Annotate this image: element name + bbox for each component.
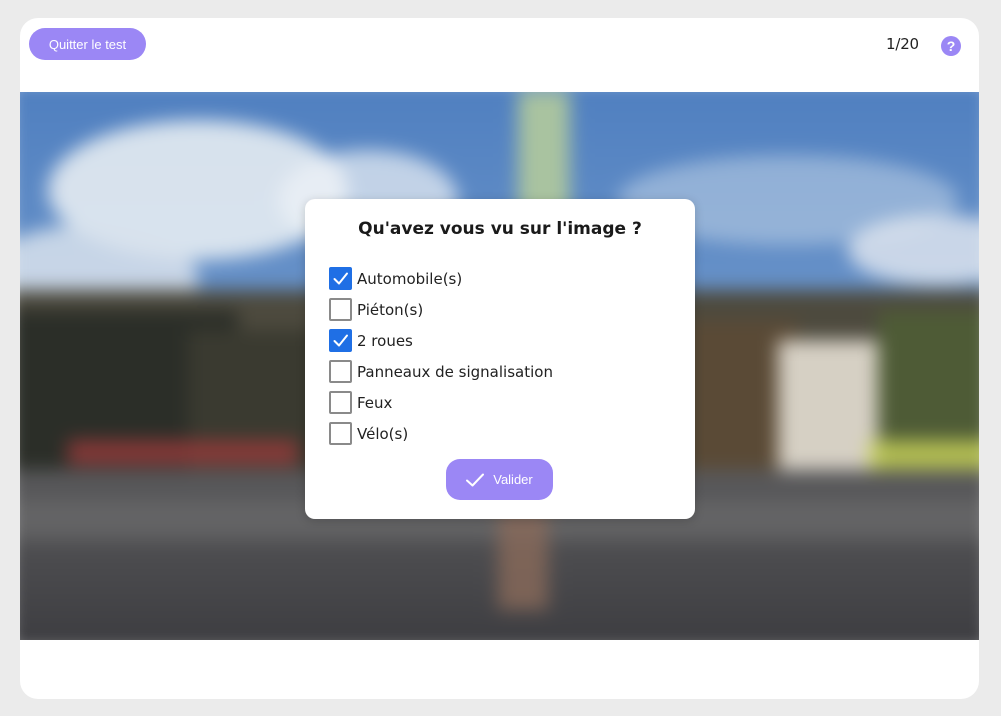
option-item[interactable]: Piéton(s) <box>329 294 553 325</box>
option-item[interactable]: Feux <box>329 387 553 418</box>
help-icon[interactable]: ? <box>941 36 961 56</box>
question-dialog: Qu'avez vous vu sur l'image ? Automobile… <box>305 199 695 519</box>
checkbox-checked[interactable] <box>329 267 352 290</box>
checkbox-unchecked[interactable] <box>329 391 352 414</box>
answer-options: Automobile(s) Piéton(s) 2 roues Panneaux de… <box>329 263 553 449</box>
quit-test-button[interactable]: Quitter le test <box>29 28 146 60</box>
option-label: Panneaux de signalisation <box>357 362 553 381</box>
option-item[interactable]: Automobile(s) <box>329 263 553 294</box>
option-label: Piéton(s) <box>357 300 424 319</box>
option-label: Vélo(s) <box>357 424 409 443</box>
question-title: Qu'avez vous vu sur l'image ? <box>358 219 642 239</box>
check-icon <box>333 272 348 285</box>
question-counter: 1/20 <box>886 35 919 53</box>
option-item[interactable]: 2 roues <box>329 325 553 356</box>
option-item[interactable]: Vélo(s) <box>329 418 553 449</box>
option-label: 2 roues <box>357 331 413 350</box>
validate-label: Valider <box>493 472 533 487</box>
checkbox-unchecked[interactable] <box>329 360 352 383</box>
option-item[interactable]: Panneaux de signalisation <box>329 356 553 387</box>
checkbox-unchecked[interactable] <box>329 422 352 445</box>
check-icon <box>333 334 348 347</box>
checkbox-checked[interactable] <box>329 329 352 352</box>
validate-button[interactable]: Valider <box>446 459 553 500</box>
option-label: Feux <box>357 393 393 412</box>
option-label: Automobile(s) <box>357 269 463 288</box>
checkbox-unchecked[interactable] <box>329 298 352 321</box>
checkmark-icon <box>466 473 485 486</box>
